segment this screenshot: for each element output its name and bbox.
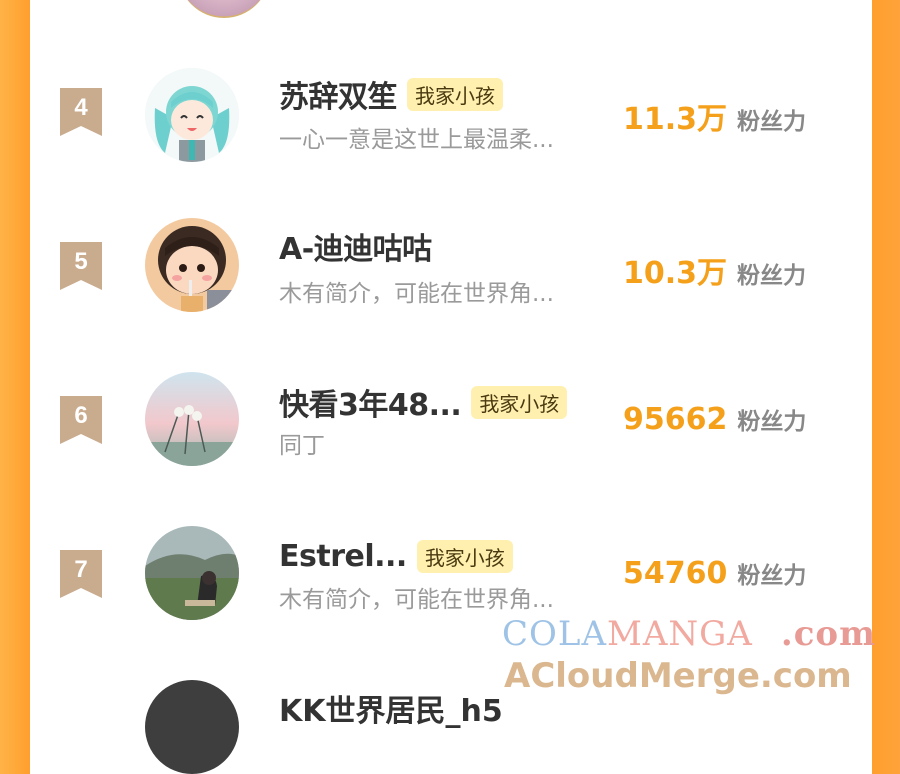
avatar[interactable] [145, 372, 239, 466]
dandelion-landscape-avatar-icon [145, 372, 239, 466]
rank-number: 4 [74, 94, 88, 121]
watermark-text: .com [780, 614, 877, 654]
list-item[interactable]: 5 A-迪迪咕咕 木有简介，可能在世界角... 10.3万 粉丝力 [30, 204, 872, 334]
fans-unit: 粉丝力 [737, 109, 807, 135]
user-description: 一心一意是这世上最温柔... [279, 127, 554, 153]
child-drinking-avatar-icon [145, 218, 239, 312]
user-description: 木有简介，可能在世界角... [279, 281, 554, 307]
tag-badge: 我家小孩 [416, 539, 513, 573]
fan-ranking-panel: 4 苏辞双笙 我家小孩 一心一意是这世上最温柔... 11.3万 粉丝力 5 A… [30, 0, 872, 774]
fans-value: 11.3万 [623, 102, 728, 137]
user-name[interactable]: Estrel... [279, 539, 407, 574]
fans-power: 10.3万 粉丝力 [623, 248, 806, 292]
fans-unit: 粉丝力 [737, 263, 807, 289]
avatar[interactable] [145, 218, 239, 312]
watermark-line-1: COLAMANGA .com [502, 614, 876, 654]
user-name[interactable]: 快看3年48... [279, 380, 462, 424]
rank-badge: 7 [60, 550, 102, 598]
rank-number: 5 [74, 248, 88, 275]
user-name[interactable]: A-迪迪咕咕 [279, 224, 432, 268]
tag-badge: 我家小孩 [407, 77, 503, 111]
user-description: 木有简介，可能在世界角... [279, 587, 554, 613]
rank-badge: 5 [60, 242, 102, 290]
fans-power: 95662 粉丝力 [623, 402, 806, 437]
avatar[interactable] [145, 680, 239, 774]
avatar[interactable] [145, 68, 239, 162]
girl-in-field-avatar-icon [145, 526, 239, 620]
watermark-line-2: ACloudMerge.com [504, 656, 852, 696]
fans-unit: 粉丝力 [737, 409, 807, 435]
anime-girl-avatar-icon [145, 68, 239, 162]
avatar[interactable] [178, 0, 270, 18]
avatar[interactable] [145, 526, 239, 620]
fans-value: 95662 [623, 402, 728, 437]
user-name[interactable]: KK世界居民_h5 [279, 686, 503, 730]
user-name[interactable]: 苏辞双笙 [279, 72, 398, 116]
fans-value: 10.3万 [623, 256, 728, 291]
fans-power: 11.3万 粉丝力 [623, 94, 806, 138]
watermark: COLAMANGA .com ACloudMerge.com [498, 614, 898, 702]
watermark-text: MANGA [607, 614, 753, 654]
fans-unit: 粉丝力 [737, 563, 807, 589]
fans-value: 54760 [623, 556, 728, 591]
fans-power: 54760 粉丝力 [623, 556, 806, 591]
list-item[interactable]: 6 快看3年48... 我家小孩 同丁 95662 粉丝力 [30, 358, 872, 488]
list-item[interactable]: 4 苏辞双笙 我家小孩 一心一意是这世上最温柔... 11.3万 粉丝力 [30, 50, 872, 180]
tag-badge: 我家小孩 [471, 385, 568, 419]
rank-badge: 4 [60, 88, 102, 136]
watermark-text: COLA [502, 614, 608, 654]
rank-badge: 6 [60, 396, 102, 444]
rank-number: 7 [74, 556, 88, 583]
user-description: 同丁 [279, 433, 325, 459]
rank-number: 6 [74, 402, 88, 429]
